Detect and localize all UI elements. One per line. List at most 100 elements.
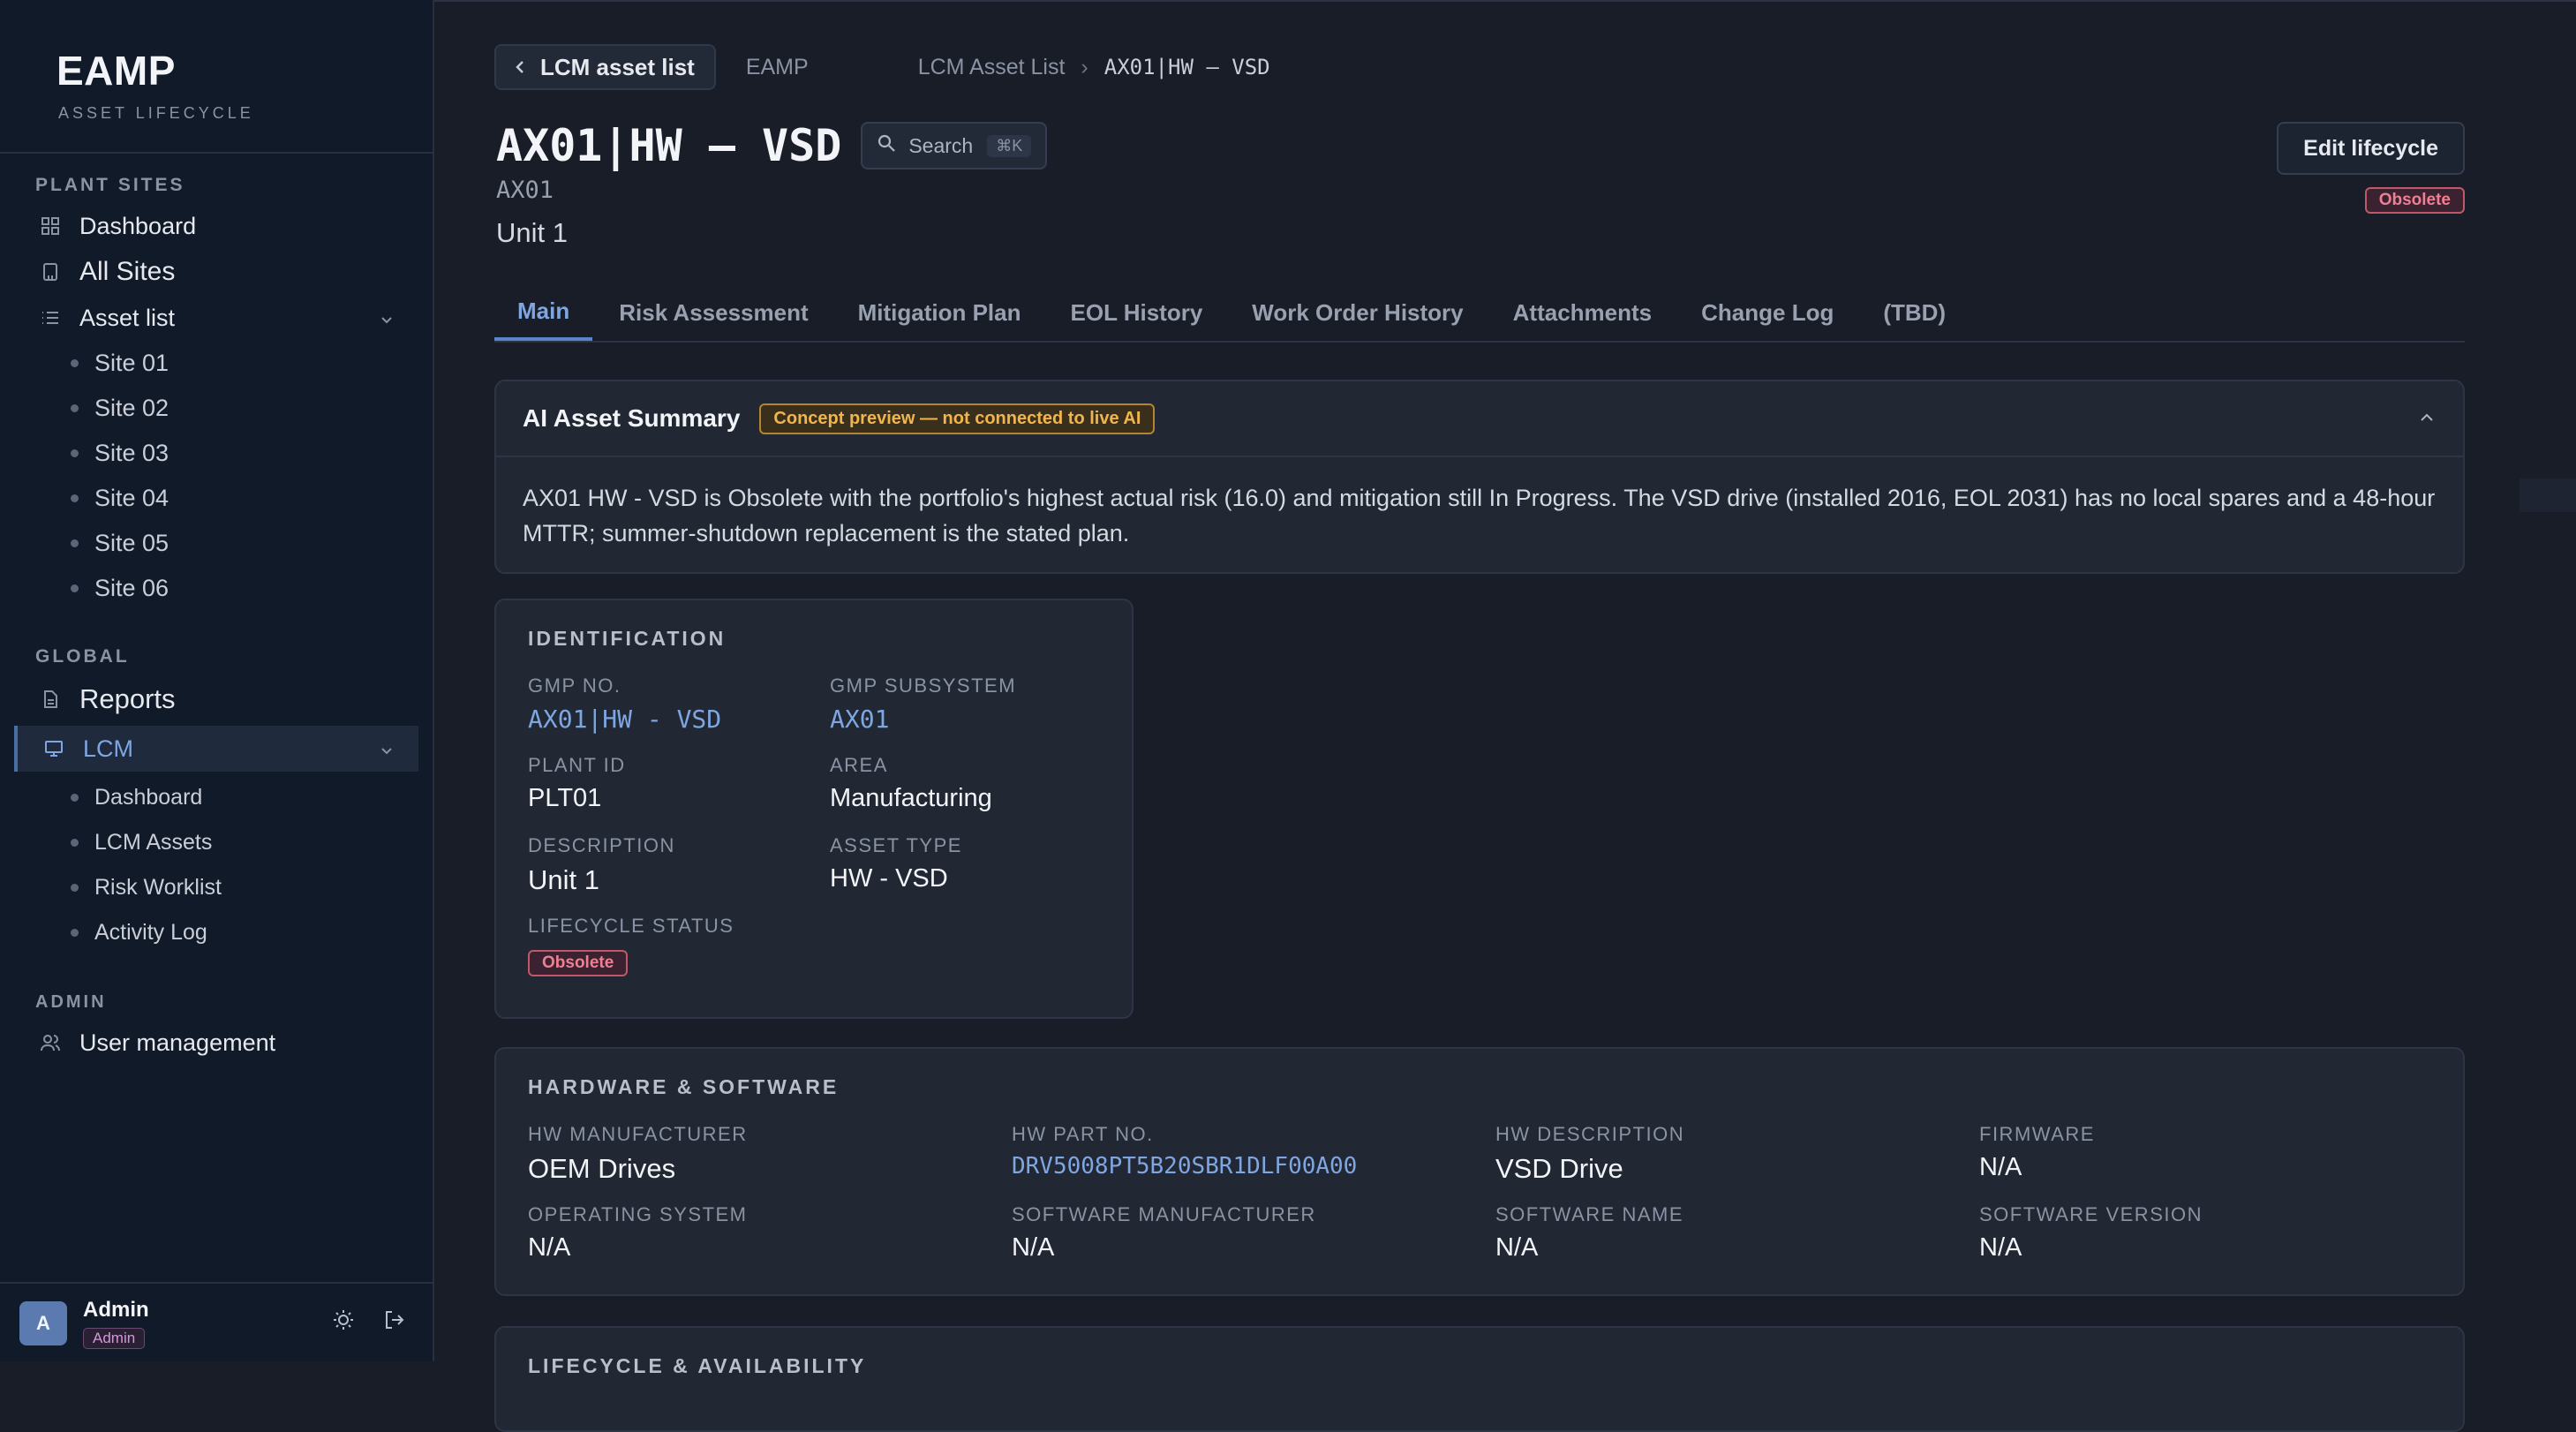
user-bar: A Admin Admin	[0, 1282, 433, 1361]
hardware-software-card: HARDWARE & SOFTWARE HW MANUFACTURER OEM …	[494, 1047, 2465, 1296]
hw-part-no-link[interactable]: DRV5008PT5B20SBR1DLF00A00	[1012, 1153, 1357, 1180]
gmp-no-link[interactable]: AX01|HW - VSD	[528, 705, 721, 734]
field-value: N/A	[1979, 1153, 2022, 1181]
tab-work-order-history[interactable]: Work Order History	[1229, 284, 1486, 341]
sidebar-nav: PLANT SITES Dashboard All Sites Asset li…	[0, 170, 433, 1066]
tab-mitigation-plan[interactable]: Mitigation Plan	[835, 284, 1044, 341]
bullet-icon	[71, 449, 79, 457]
lifecycle-availability-title: LIFECYCLE & AVAILABILITY	[528, 1354, 867, 1377]
field-label: SOFTWARE MANUFACTURER	[1012, 1203, 1316, 1225]
sidebar-item-label: Activity Log	[94, 920, 207, 945]
sidebar-item-user-management[interactable]: User management	[0, 1020, 433, 1066]
sidebar-item-dashboard[interactable]: Dashboard	[0, 203, 433, 249]
search-button[interactable]: Search ⌘K	[861, 122, 1048, 170]
lifecycle-availability-card: LIFECYCLE & AVAILABILITY	[494, 1326, 2465, 1432]
sidebar-item-asset-list[interactable]: Asset list	[0, 295, 433, 341]
sidebar-item-reports[interactable]: Reports	[0, 676, 433, 722]
sidebar-item-site-06[interactable]: Site 06	[0, 566, 433, 611]
chevron-up-icon[interactable]	[2417, 408, 2437, 432]
back-button[interactable]: LCM asset list	[494, 44, 716, 90]
sidebar-item-lcm-dashboard[interactable]: Dashboard	[0, 775, 433, 820]
asset-description: Unit 1	[496, 217, 568, 248]
chevron-down-icon[interactable]	[378, 738, 395, 765]
sidebar-item-site-05[interactable]: Site 05	[0, 521, 433, 566]
field-firmware: FIRMWARE N/A	[1979, 1123, 2095, 1182]
bullet-icon	[71, 794, 79, 802]
sidebar-item-label: LCM Assets	[94, 830, 213, 855]
field-value: OEM Drives	[528, 1153, 676, 1184]
bullet-icon	[71, 359, 79, 367]
field-label: FIRMWARE	[1979, 1123, 2095, 1145]
brand[interactable]: EAMP ASSET LIFECYCLE	[56, 46, 254, 123]
field-hw-description: HW DESCRIPTION VSD Drive	[1495, 1123, 1684, 1185]
bullet-icon	[71, 839, 79, 847]
document-icon	[39, 688, 62, 711]
breadcrumb-path: LCM Asset List › AX01|HW – VSD	[918, 55, 1270, 80]
field-label: GMP SUBSYSTEM	[830, 675, 1017, 697]
sidebar-item-all-sites[interactable]: All Sites	[0, 249, 433, 295]
sidebar-item-site-01[interactable]: Site 01	[0, 341, 433, 386]
section-global: GLOBAL	[35, 646, 130, 667]
hardware-software-title: HARDWARE & SOFTWARE	[528, 1075, 840, 1098]
sidebar-item-label: Site 06	[94, 575, 169, 601]
chevron-down-icon[interactable]	[378, 307, 395, 335]
sidebar-item-label: Site 05	[94, 530, 169, 556]
field-software-name: SOFTWARE NAME N/A	[1495, 1203, 1683, 1262]
breadcrumb-list[interactable]: LCM Asset List	[918, 55, 1066, 80]
bullet-icon	[71, 404, 79, 412]
field-value: VSD Drive	[1495, 1153, 1623, 1184]
breadcrumb-separator: ›	[1081, 54, 1088, 79]
field-software-version: SOFTWARE VERSION N/A	[1979, 1203, 2203, 1262]
sidebar-item-label: Risk Worklist	[94, 875, 222, 900]
identification-title: IDENTIFICATION	[528, 627, 727, 650]
tab-change-log[interactable]: Change Log	[1678, 284, 1857, 341]
field-operating-system: OPERATING SYSTEM N/A	[528, 1203, 748, 1262]
bullet-icon	[71, 929, 79, 937]
field-software-manufacturer: SOFTWARE MANUFACTURER N/A	[1012, 1203, 1316, 1262]
tab-bar: Main Risk Assessment Mitigation Plan EOL…	[494, 284, 2465, 343]
sidebar-item-activity-log[interactable]: Activity Log	[0, 910, 433, 955]
back-button-label: LCM asset list	[540, 53, 695, 80]
ai-summary-text: AX01 HW - VSD is Obsolete with the portf…	[523, 485, 2436, 546]
field-value: Manufacturing	[830, 784, 992, 812]
page-title: AX01|HW – VSD	[496, 120, 842, 171]
sidebar-item-label: Site 04	[94, 485, 169, 511]
field-lifecycle-status: LIFECYCLE STATUS Obsolete	[528, 915, 734, 976]
breadcrumb-root[interactable]: EAMP	[746, 55, 809, 80]
sidebar-item-site-04[interactable]: Site 04	[0, 476, 433, 521]
field-value: N/A	[1495, 1233, 1539, 1262]
field-label: GMP NO.	[528, 675, 621, 697]
tab-tbd[interactable]: (TBD)	[1860, 284, 1969, 341]
sidebar-item-site-03[interactable]: Site 03	[0, 431, 433, 476]
tab-risk-assessment[interactable]: Risk Assessment	[596, 284, 831, 341]
lifecycle-status-badge: Obsolete	[528, 950, 629, 976]
field-value: Unit 1	[528, 864, 599, 895]
sidebar-item-site-02[interactable]: Site 02	[0, 386, 433, 431]
breadcrumb: LCM asset list EAMP LCM Asset List › AX0…	[494, 44, 1270, 90]
avatar[interactable]: A	[19, 1301, 67, 1345]
tab-main[interactable]: Main	[494, 284, 593, 341]
sidebar-item-label: Site 03	[94, 440, 169, 466]
sidebar-item-label: Reports	[79, 683, 176, 714]
theme-toggle-icon[interactable]	[332, 1308, 355, 1336]
bullet-icon	[71, 884, 79, 892]
edit-lifecycle-button[interactable]: Edit lifecycle	[2277, 122, 2465, 175]
sidebar-item-risk-worklist[interactable]: Risk Worklist	[0, 865, 433, 910]
monitor-icon	[42, 737, 65, 760]
tab-eol-history[interactable]: EOL History	[1048, 284, 1226, 341]
chevron-left-icon	[512, 54, 528, 81]
ai-summary-header[interactable]: AI Asset Summary Concept preview — not c…	[496, 381, 2463, 457]
logout-icon[interactable]	[383, 1308, 406, 1336]
gmp-subsystem-link[interactable]: AX01	[830, 705, 1016, 734]
search-icon	[877, 133, 896, 158]
field-hw-manufacturer: HW MANUFACTURER OEM Drives	[528, 1123, 748, 1185]
field-value: HW - VSD	[830, 864, 948, 893]
field-label: HW DESCRIPTION	[1495, 1123, 1685, 1145]
tab-attachments[interactable]: Attachments	[1490, 284, 1675, 341]
sidebar-item-label: All Sites	[79, 257, 176, 286]
sidebar-item-lcm[interactable]: LCM	[14, 726, 418, 772]
brand-title: EAMP	[56, 48, 176, 94]
grid-icon	[39, 215, 62, 237]
field-gmp-subsystem: GMP SUBSYSTEM AX01	[830, 675, 1016, 734]
sidebar-item-lcm-assets[interactable]: LCM Assets	[0, 820, 433, 865]
